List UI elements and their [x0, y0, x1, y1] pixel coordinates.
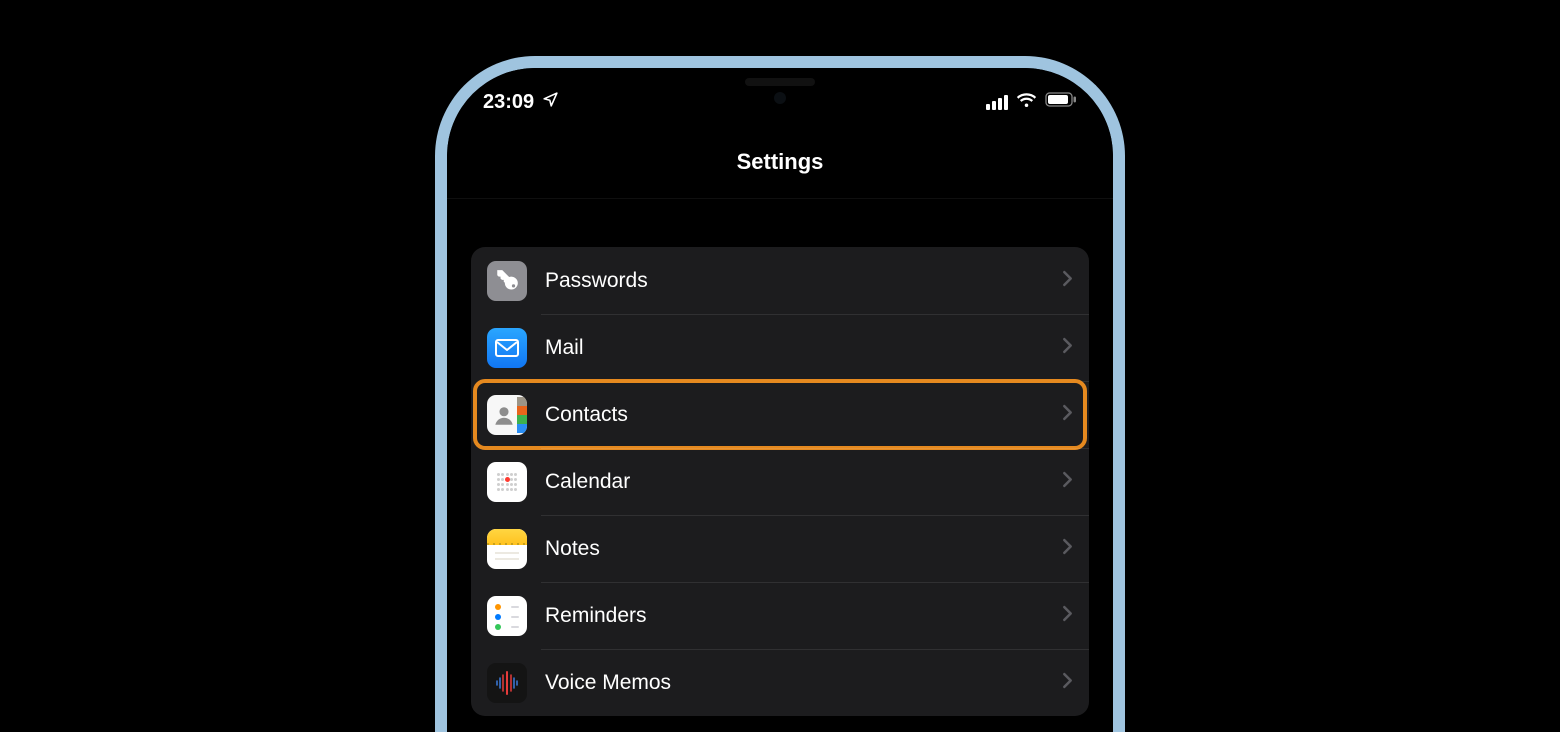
phone-device-frame: 23:09 [435, 56, 1125, 732]
chevron-right-icon [1062, 404, 1073, 426]
notes-icon [487, 529, 527, 569]
phone-screen: 23:09 [447, 68, 1113, 732]
chevron-right-icon [1062, 672, 1073, 694]
cellular-signal-icon [986, 95, 1008, 110]
volume-up-button[interactable] [435, 428, 436, 498]
location-arrow-icon [542, 91, 559, 114]
wifi-icon [1016, 92, 1037, 113]
page-title: Settings [737, 149, 824, 175]
settings-row-mail[interactable]: Mail [471, 314, 1089, 381]
settings-row-calendar[interactable]: Calendar [471, 448, 1089, 515]
settings-group: Passwords Mail [471, 247, 1089, 716]
contacts-icon [487, 395, 527, 435]
row-label: Calendar [545, 470, 1062, 494]
settings-row-reminders[interactable]: Reminders [471, 582, 1089, 649]
device-notch [660, 68, 900, 108]
reminders-icon [487, 596, 527, 636]
row-label: Voice Memos [545, 671, 1062, 695]
settings-row-passwords[interactable]: Passwords [471, 247, 1089, 314]
chevron-right-icon [1062, 471, 1073, 493]
row-label: Notes [545, 537, 1062, 561]
settings-row-voice-memos[interactable]: Voice Memos [471, 649, 1089, 716]
status-time: 23:09 [483, 91, 534, 114]
settings-row-contacts[interactable]: Contacts [471, 381, 1089, 448]
volume-down-button[interactable] [435, 518, 436, 588]
calendar-icon [487, 462, 527, 502]
row-label: Reminders [545, 604, 1062, 628]
power-button[interactable] [1124, 498, 1125, 608]
row-label: Contacts [545, 403, 1062, 427]
nav-bar: Settings [447, 126, 1113, 198]
voice-memos-icon [487, 663, 527, 703]
row-label: Mail [545, 336, 1062, 360]
chevron-right-icon [1062, 270, 1073, 292]
chevron-right-icon [1062, 538, 1073, 560]
key-icon [487, 261, 527, 301]
settings-row-notes[interactable]: Notes [471, 515, 1089, 582]
chevron-right-icon [1062, 605, 1073, 627]
mail-icon [487, 328, 527, 368]
row-label: Passwords [545, 269, 1062, 293]
battery-icon [1045, 92, 1077, 112]
chevron-right-icon [1062, 337, 1073, 359]
